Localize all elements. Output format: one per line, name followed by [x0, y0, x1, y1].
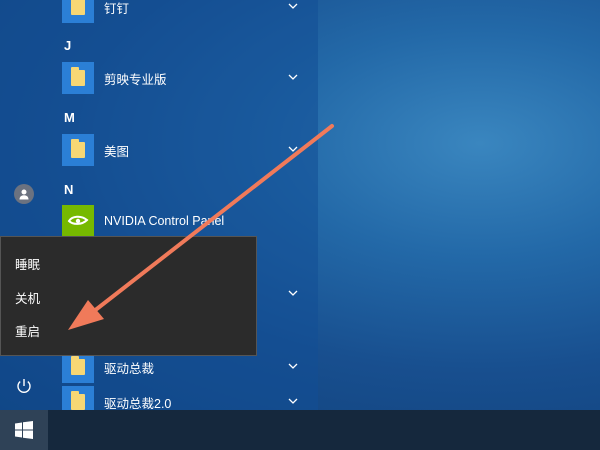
- app-label: 钉钉: [104, 1, 130, 16]
- windows-logo-icon: [15, 421, 33, 439]
- folder-icon: [62, 0, 94, 23]
- letter-header-n[interactable]: N: [64, 182, 73, 197]
- folder-icon: [62, 134, 94, 166]
- chevron-down-icon[interactable]: [286, 0, 300, 13]
- app-label: 剪映专业版: [104, 72, 167, 87]
- shutdown-option[interactable]: 关机: [1, 281, 256, 314]
- app-item-nvidia-control-panel[interactable]: NVIDIA Control Panel: [62, 204, 312, 238]
- chevron-down-icon[interactable]: [286, 394, 300, 408]
- chevron-down-icon[interactable]: [286, 286, 300, 300]
- app-item-meitu[interactable]: 美图: [62, 133, 312, 167]
- power-button[interactable]: [0, 366, 48, 406]
- start-button[interactable]: [0, 410, 48, 450]
- chevron-down-icon[interactable]: [286, 359, 300, 373]
- app-item-dingtalk[interactable]: 钉钉: [62, 0, 312, 24]
- user-avatar-icon: [14, 184, 34, 204]
- taskbar: [0, 410, 600, 450]
- nvidia-icon: [62, 205, 94, 237]
- app-label: 驱动总裁2.0: [104, 396, 172, 411]
- folder-icon: [62, 62, 94, 94]
- app-label: 驱动总裁: [104, 361, 155, 376]
- power-options-menu: 睡眠 关机 重启: [0, 236, 257, 356]
- letter-header-m[interactable]: M: [64, 110, 75, 125]
- app-label: 美图: [104, 144, 130, 159]
- sleep-option[interactable]: 睡眠: [1, 247, 256, 280]
- app-label: NVIDIA Control Panel: [104, 214, 225, 228]
- letter-header-j[interactable]: J: [64, 38, 71, 53]
- power-icon: [17, 379, 31, 393]
- restart-option[interactable]: 重启: [1, 314, 256, 347]
- user-account-button[interactable]: [0, 174, 48, 214]
- chevron-down-icon[interactable]: [286, 70, 300, 84]
- app-item-jianying[interactable]: 剪映专业版: [62, 61, 312, 95]
- chevron-down-icon[interactable]: [286, 142, 300, 156]
